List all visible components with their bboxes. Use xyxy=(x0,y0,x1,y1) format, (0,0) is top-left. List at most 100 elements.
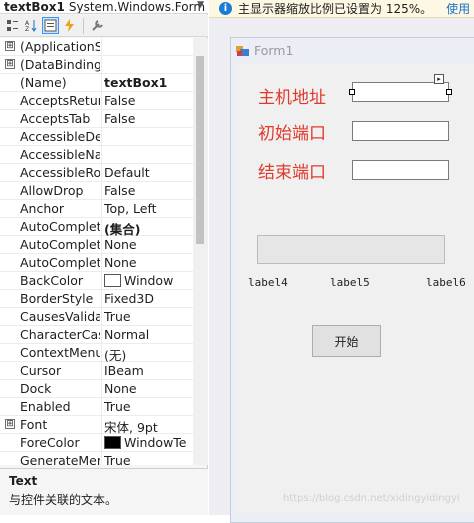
property-name: ContextMenuS xyxy=(20,345,100,360)
property-row[interactable]: GenerateMem True xyxy=(0,452,193,465)
property-value[interactable]: False xyxy=(104,183,194,198)
color-swatch xyxy=(104,436,121,449)
property-value[interactable]: Default xyxy=(104,165,194,180)
smart-tag-icon[interactable]: ▸ xyxy=(434,74,444,84)
property-row[interactable]: BorderStyle Fixed3D xyxy=(0,290,193,308)
property-row[interactable]: BackColor Window xyxy=(0,272,193,290)
property-row[interactable]: CharacterCasi Normal xyxy=(0,326,193,344)
properties-toolbar: AZ xyxy=(0,15,208,37)
end-port-input[interactable] xyxy=(352,160,449,180)
start-port-input[interactable] xyxy=(352,121,449,141)
property-value[interactable]: False xyxy=(104,111,194,126)
property-value[interactable]: Fixed3D xyxy=(104,291,194,306)
property-value[interactable]: Normal xyxy=(104,327,194,342)
watermark: https://blog.csdn.net/xidingyidingyi xyxy=(283,493,460,504)
expand-icon[interactable]: ⊞ xyxy=(5,59,15,69)
property-row[interactable]: (Name) textBox1 xyxy=(0,74,193,92)
scrollbar-thumb[interactable] xyxy=(196,56,204,244)
host-address-input[interactable] xyxy=(352,82,449,102)
properties-panel: textBox1 System.Windows.Form ▼ AZ ⊞ (App… xyxy=(0,0,208,515)
property-row[interactable]: AccessibleDes xyxy=(0,128,193,146)
form-client-area: 主机地址 ▸ 初始端口 结束端口 label4 label5 label6 开始 xyxy=(236,63,474,513)
property-name: ForeColor xyxy=(20,435,80,450)
property-pages-icon[interactable] xyxy=(89,17,106,34)
info-bar: i 主显示器缩放比例已设置为 125%。 使用 1( xyxy=(209,0,474,18)
form-title: Form1 xyxy=(254,43,294,58)
property-value[interactable]: None xyxy=(104,237,194,252)
property-value[interactable]: True xyxy=(104,453,194,465)
property-name: Enabled xyxy=(20,399,71,414)
label6: label6 xyxy=(426,276,466,289)
property-name: AllowDrop xyxy=(20,183,84,198)
property-name: Anchor xyxy=(20,201,65,216)
property-name: Dock xyxy=(20,381,52,396)
chevron-down-icon[interactable]: ▼ xyxy=(197,0,204,10)
property-row[interactable]: CausesValidati True xyxy=(0,308,193,326)
label4: label4 xyxy=(248,276,288,289)
property-row[interactable]: Enabled True xyxy=(0,398,193,416)
property-grid: ⊞ (ApplicationSe ⊞ (DataBindings) (Name)… xyxy=(0,38,208,465)
property-value[interactable]: IBeam xyxy=(104,363,194,378)
progress-bar xyxy=(257,235,445,264)
property-row[interactable]: AutoComplete None xyxy=(0,236,193,254)
property-row[interactable]: ⊞ (ApplicationSe xyxy=(0,38,193,56)
property-row[interactable]: AcceptsReturn False xyxy=(0,92,193,110)
start-port-label: 初始端口 xyxy=(258,124,326,144)
property-name: Cursor xyxy=(20,363,62,378)
form-designer: i 主显示器缩放比例已设置为 125%。 使用 1( Form1 主机地址 ▸ … xyxy=(209,0,474,523)
object-type: System.Windows.Form xyxy=(68,0,206,14)
expand-icon[interactable]: ⊞ xyxy=(5,419,15,429)
property-name: CausesValidati xyxy=(20,309,100,324)
property-row[interactable]: AccessibleRole Default xyxy=(0,164,193,182)
property-name: (DataBindings) xyxy=(20,57,100,72)
start-button[interactable]: 开始 xyxy=(312,325,381,357)
properties-icon[interactable] xyxy=(42,17,59,34)
property-row[interactable]: ForeColor WindowTe xyxy=(0,434,193,452)
color-swatch xyxy=(104,274,121,287)
property-value[interactable]: True xyxy=(104,309,194,324)
host-address-label: 主机地址 xyxy=(258,88,326,108)
description-text: 与控件关联的文本。 xyxy=(9,493,118,507)
property-row[interactable]: AutoComplete None xyxy=(0,254,193,272)
events-icon[interactable] xyxy=(61,17,78,34)
toolbar-separator xyxy=(83,17,84,34)
property-row[interactable]: AccessibleNar xyxy=(0,146,193,164)
property-name: BorderStyle xyxy=(20,291,94,306)
property-value[interactable]: False xyxy=(104,93,194,108)
property-value[interactable]: True xyxy=(104,399,194,414)
column-divider[interactable] xyxy=(101,38,102,465)
property-row[interactable]: AcceptsTab False xyxy=(0,110,193,128)
property-name: BackColor xyxy=(20,273,83,288)
property-row[interactable]: ⊞ (DataBindings) xyxy=(0,56,193,74)
property-row[interactable]: Cursor IBeam xyxy=(0,362,193,380)
alphabetical-icon[interactable]: AZ xyxy=(23,17,40,34)
info-link[interactable]: 使用 1( xyxy=(446,0,474,17)
label5: label5 xyxy=(330,276,370,289)
info-icon: i xyxy=(219,2,232,15)
property-value[interactable]: None xyxy=(104,381,194,396)
form-icon xyxy=(236,45,250,57)
property-row[interactable]: AutoComplete (集合) xyxy=(0,218,193,237)
form-window[interactable]: Form1 主机地址 ▸ 初始端口 结束端口 label4 label5 lab… xyxy=(230,37,474,523)
property-name: AutoComplete xyxy=(20,219,100,234)
property-value[interactable]: textBox1 xyxy=(104,75,194,90)
property-row[interactable]: ⊞ Font 宋体, 9pt xyxy=(0,416,193,435)
property-value[interactable]: Top, Left xyxy=(104,201,194,216)
property-row[interactable]: AllowDrop False xyxy=(0,182,193,200)
svg-text:Z: Z xyxy=(25,26,29,32)
property-row[interactable]: Dock None xyxy=(0,380,193,398)
form-titlebar[interactable]: Form1 xyxy=(231,38,474,63)
property-name: AcceptsReturn xyxy=(20,93,100,108)
property-row[interactable]: ContextMenuS (无) xyxy=(0,344,193,363)
property-name: (ApplicationSe xyxy=(20,39,100,54)
property-value[interactable]: None xyxy=(104,255,194,270)
object-selector[interactable]: textBox1 System.Windows.Form ▼ xyxy=(0,0,208,14)
property-name: AutoComplete xyxy=(20,237,100,252)
expand-icon[interactable]: ⊞ xyxy=(5,41,15,51)
resize-handle-right[interactable] xyxy=(446,89,452,95)
categorized-icon[interactable] xyxy=(4,17,21,34)
resize-handle-left[interactable] xyxy=(349,89,355,95)
property-name: (Name) xyxy=(20,75,67,90)
property-row[interactable]: Anchor Top, Left xyxy=(0,200,193,218)
object-name: textBox1 xyxy=(4,0,65,14)
